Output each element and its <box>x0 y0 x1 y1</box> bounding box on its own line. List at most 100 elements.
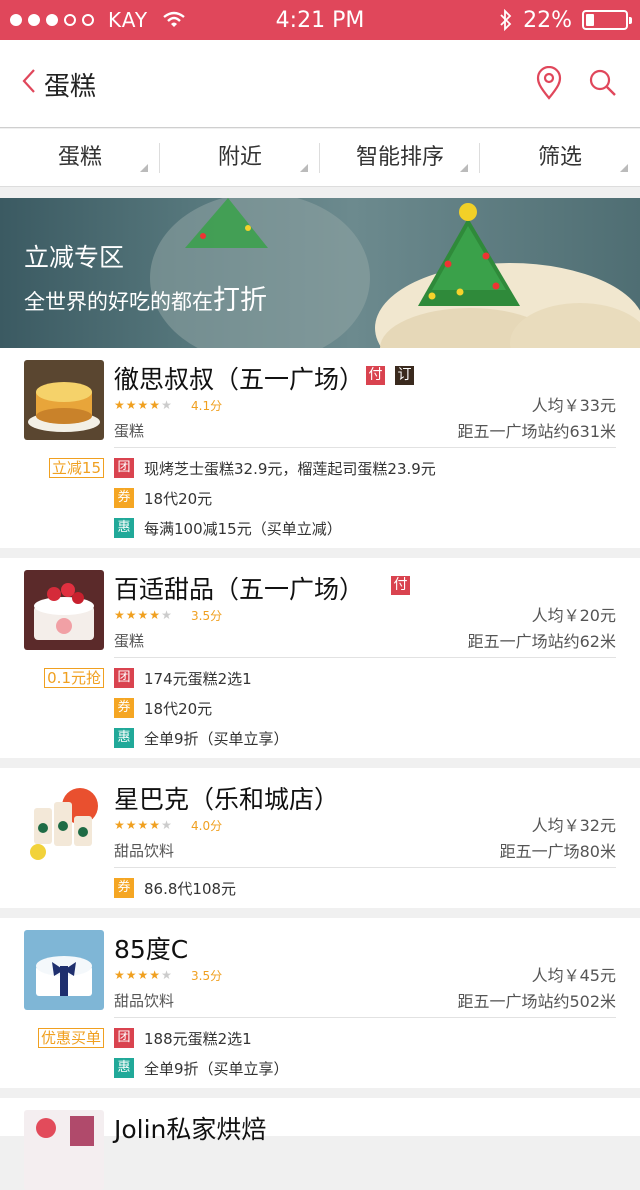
shop-item[interactable]: Jolin私家烘焙 <box>0 1098 640 1190</box>
rating-score: 3.5分 <box>191 969 223 983</box>
star-icon: ★ <box>149 818 162 832</box>
signal-dot-icon <box>28 14 40 26</box>
discount-icon: 惠 <box>114 1058 134 1078</box>
dropdown-triangle-icon <box>460 164 468 172</box>
star-icon: ★ <box>125 608 138 622</box>
star-icon: ★ <box>114 398 126 412</box>
banner-subtitle: 全世界的好吃的都在打折 <box>24 285 267 316</box>
deal-row[interactable]: 团现烤芝士蛋糕32.9元，榴莲起司蛋糕23.9元 <box>114 458 436 478</box>
shop-thumbnail <box>24 360 104 440</box>
star-icon: ★ <box>114 608 126 622</box>
star-icon: ★ <box>149 398 162 412</box>
dropdown-triangle-icon <box>300 164 308 172</box>
shop-item[interactable]: 星巴克（乐和城店） ★★★★★ 4.0分 甜品饮料 人均￥32元 距五一广场80… <box>0 768 640 908</box>
rating-stars: ★★★★★ <box>114 608 173 622</box>
deal-row[interactable]: 券 86.8代108元 <box>114 878 236 898</box>
rating-score: 4.1分 <box>191 399 223 413</box>
shop-category: 蛋糕 <box>114 422 145 440</box>
rating-score: 4.0分 <box>191 819 223 833</box>
shop-category: 蛋糕 <box>114 632 145 650</box>
filter-category[interactable]: 蛋糕 <box>0 129 160 186</box>
bluetooth-icon <box>500 9 512 31</box>
star-icon: ★ <box>125 968 138 982</box>
average-price: 人均￥45元 <box>531 966 616 985</box>
shop-name: 星巴克（乐和城店） <box>114 785 340 814</box>
banner-title: 立减专区 <box>24 243 125 272</box>
shop-distance: 距五一广场站约502米 <box>457 992 616 1011</box>
voucher-icon: 券 <box>114 698 134 718</box>
shop-item[interactable]: 85度C ★★★★★ 3.5分 甜品饮料 人均￥45元 距五一广场站约502米 … <box>0 918 640 1088</box>
filter-bar: 蛋糕 附近 智能排序 筛选 <box>0 129 640 187</box>
status-bar: KAY 4:21 PM 22% <box>0 0 640 40</box>
average-price: 人均￥33元 <box>531 396 616 415</box>
deal-row[interactable]: 惠全单9折（买单立享） <box>114 1058 289 1078</box>
dropdown-triangle-icon <box>140 164 148 172</box>
star-icon: ★ <box>161 608 173 622</box>
location-pin-icon[interactable] <box>534 66 564 100</box>
shop-item[interactable]: 徹思叔叔（五一广场） 付 订 ★★★★★ 4.1分 蛋糕 人均￥33元 距五一广… <box>0 348 640 548</box>
discount-icon: 惠 <box>114 518 134 538</box>
shop-category: 甜品饮料 <box>114 842 175 860</box>
star-icon: ★ <box>125 818 138 832</box>
rating-stars: ★★★★★ <box>114 398 173 412</box>
star-icon: ★ <box>149 608 162 622</box>
promo-badge: 优惠买单 <box>37 1028 104 1048</box>
star-icon: ★ <box>125 398 138 412</box>
star-icon: ★ <box>161 398 173 412</box>
promo-banner[interactable]: 立减专区 全世界的好吃的都在打折 <box>0 198 640 348</box>
deal-row[interactable]: 券 18代20元 <box>114 698 212 718</box>
deal-row[interactable]: 惠每满100减15元（买单立减） <box>114 518 342 538</box>
star-icon: ★ <box>114 968 126 982</box>
shop-thumbnail <box>24 570 104 650</box>
star-icon: ★ <box>137 818 150 832</box>
filter-screen[interactable]: 筛选 <box>480 129 640 186</box>
battery-level <box>586 14 595 26</box>
rating-stars: ★★★★★ <box>114 968 173 982</box>
deal-row[interactable]: 团 188元蛋糕2选1 <box>114 1028 252 1048</box>
booking-tag: 订 <box>395 366 414 385</box>
promo-badge: 立减15 <box>48 458 104 478</box>
voucher-icon: 券 <box>114 488 134 508</box>
shop-distance: 距五一广场80米 <box>499 842 616 861</box>
deal-row[interactable]: 团 174元蛋糕2选1 <box>114 668 252 688</box>
group-buy-icon: 团 <box>114 458 134 478</box>
star-icon: ★ <box>137 608 150 622</box>
shop-thumbnail <box>24 930 104 1010</box>
filter-nearby[interactable]: 附近 <box>160 129 320 186</box>
star-icon: ★ <box>114 818 126 832</box>
nav-bar: 蛋糕 <box>0 40 640 128</box>
carrier-name: KAY <box>108 8 149 32</box>
shop-name: 85度C <box>114 935 189 964</box>
signal-dot-icon <box>46 14 58 26</box>
signal-strength: KAY <box>10 0 186 40</box>
shop-distance: 距五一广场站约62米 <box>467 632 616 651</box>
shop-name: Jolin私家烘焙 <box>114 1115 267 1144</box>
deal-row[interactable]: 券 18代20元 <box>114 488 212 508</box>
star-icon: ★ <box>137 398 150 412</box>
discount-icon: 惠 <box>114 728 134 748</box>
shop-thumbnail <box>24 1110 104 1190</box>
shop-thumbnail <box>24 780 104 860</box>
star-icon: ★ <box>137 968 150 982</box>
search-icon[interactable] <box>588 68 618 98</box>
star-icon: ★ <box>161 968 173 982</box>
shop-item[interactable]: 百适甜品（五一广场） 付 ★★★★★ 3.5分 蛋糕 人均￥20元 距五一广场站… <box>0 558 640 758</box>
star-icon: ★ <box>149 968 162 982</box>
page-title: 蛋糕 <box>44 72 97 102</box>
promo-badge: 0.1元抢 <box>44 668 104 688</box>
back-arrow-icon[interactable] <box>22 68 36 94</box>
star-icon: ★ <box>161 818 173 832</box>
wifi-icon <box>163 11 185 27</box>
filter-sort[interactable]: 智能排序 <box>320 129 480 186</box>
group-buy-icon: 团 <box>114 668 134 688</box>
battery-percent: 22% <box>523 7 572 33</box>
shop-name: 徹思叔叔（五一广场） <box>114 365 365 394</box>
shop-distance: 距五一广场站约631米 <box>457 422 616 441</box>
shop-name: 百适甜品（五一广场） <box>114 575 365 604</box>
voucher-icon: 券 <box>114 878 134 898</box>
signal-dot-icon <box>82 14 94 26</box>
deal-row[interactable]: 惠全单9折（买单立享） <box>114 728 289 748</box>
average-price: 人均￥32元 <box>531 816 616 835</box>
rating-score: 3.5分 <box>191 609 223 623</box>
shop-category: 甜品饮料 <box>114 992 175 1010</box>
